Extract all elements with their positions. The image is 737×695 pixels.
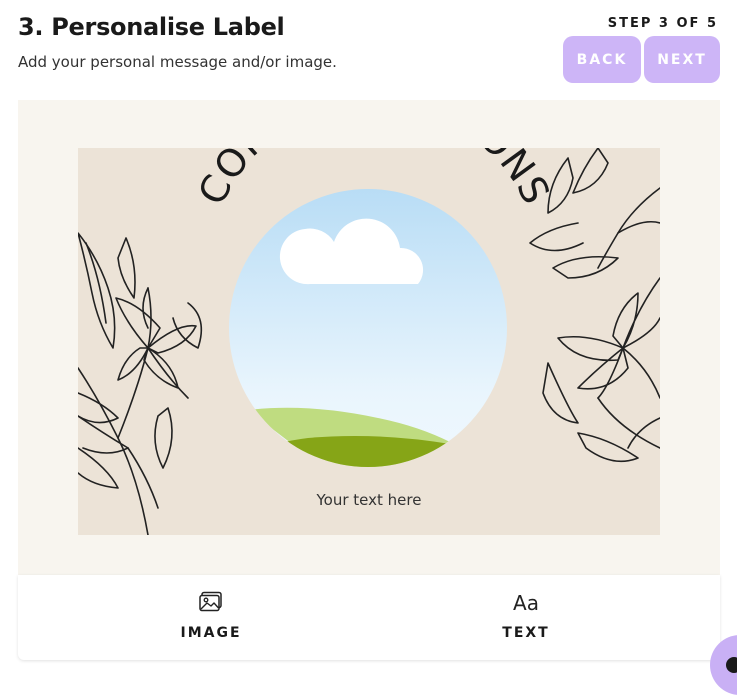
image-placeholder	[229, 189, 507, 467]
editor-toolbar: IMAGE Aa TEXT	[18, 575, 720, 660]
back-button[interactable]: BACK	[563, 36, 641, 83]
label-preview[interactable]: CONGRATULATIONS	[78, 148, 660, 535]
next-button[interactable]: NEXT	[644, 36, 720, 83]
label-text[interactable]: Your text here	[78, 491, 660, 509]
page-subtitle: Add your personal message and/or image.	[18, 53, 337, 71]
image-icon	[111, 591, 311, 617]
page-title: 3. Personalise Label	[18, 13, 285, 41]
label-artwork: CONGRATULATIONS	[78, 148, 660, 535]
text-icon: Aa	[513, 591, 539, 615]
image-tool-button[interactable]: IMAGE	[111, 575, 311, 660]
right-lily-illustration	[529, 148, 660, 463]
left-lily-illustration	[78, 232, 203, 535]
text-tool-label: TEXT	[502, 625, 550, 641]
text-tool-button[interactable]: Aa TEXT	[426, 575, 626, 660]
step-indicator: STEP 3 OF 5	[607, 16, 718, 31]
image-tool-label: IMAGE	[180, 625, 242, 641]
